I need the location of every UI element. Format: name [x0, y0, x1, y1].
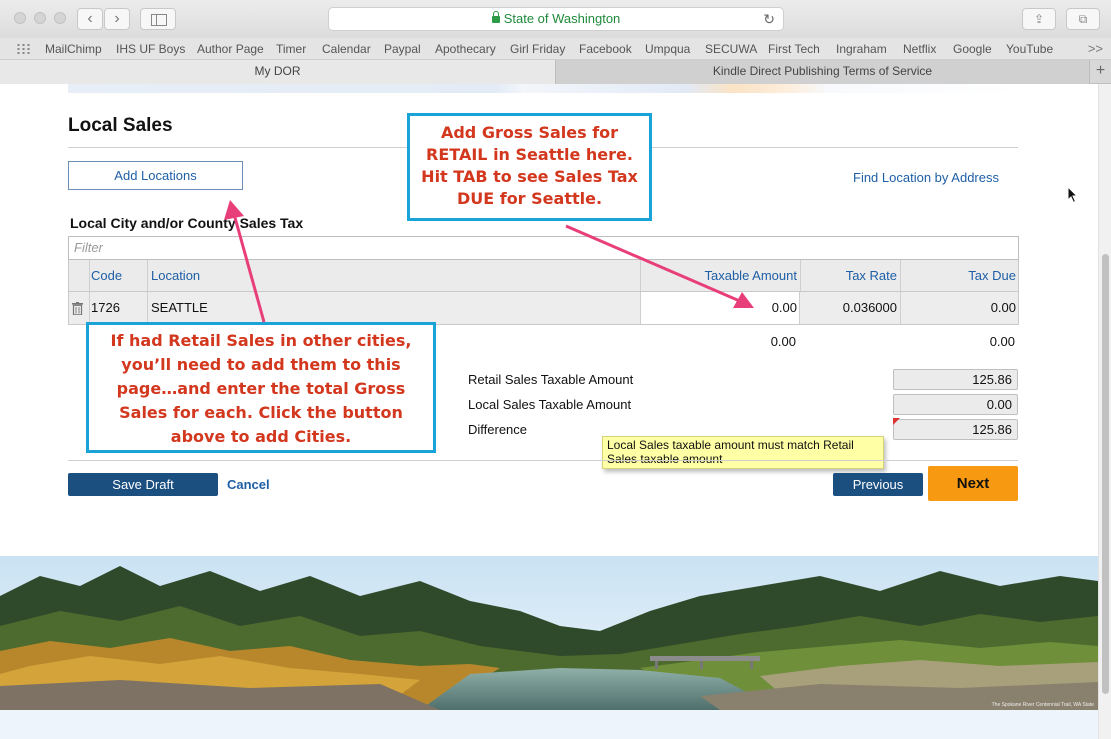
annotation-line: DUE for Seattle. [456, 189, 603, 208]
cell-code: 1726 [91, 300, 120, 315]
column-header-location[interactable]: Location [151, 260, 200, 291]
chevron-right-icon: › [114, 10, 120, 27]
tab-my-dor[interactable]: My DOR [0, 60, 555, 84]
bookmarks-bar: MailChimp IHS UF Boys Author Page Timer … [0, 38, 1111, 60]
scrollbar-thumb[interactable] [1102, 254, 1109, 694]
retail-sales-taxable-field: 125.86 [893, 369, 1018, 390]
footer-band [0, 710, 1098, 739]
bookmark-netflix[interactable]: Netflix [903, 42, 936, 56]
column-header-tax-due[interactable]: Tax Due [900, 260, 1016, 291]
local-sales-taxable-field: 0.00 [893, 394, 1018, 415]
bookmark-timer[interactable]: Timer [276, 42, 306, 56]
tab-bar: My DOR Kindle Direct Publishing Terms of… [0, 60, 1111, 84]
bookmark-apothecary[interactable]: Apothecary [435, 42, 496, 56]
address-bar[interactable]: State of Washington ↻ [328, 7, 784, 31]
annotation-line: If had Retail Sales in other cities, [110, 331, 412, 350]
bookmark-girl-friday[interactable]: Girl Friday [510, 42, 565, 56]
filter-input[interactable]: Filter [68, 236, 1019, 260]
tab-kindle-terms[interactable]: Kindle Direct Publishing Terms of Servic… [555, 60, 1089, 84]
landscape-banner: The Spokane River Centennial Trail, WA S… [0, 556, 1098, 710]
bookmark-author-page[interactable]: Author Page [197, 42, 264, 56]
cancel-link[interactable]: Cancel [227, 477, 270, 492]
back-button[interactable]: ‹ [77, 8, 103, 30]
show-tabs-button[interactable]: ⧉ [1066, 8, 1100, 30]
column-header-code[interactable]: Code [91, 260, 122, 291]
next-button[interactable]: Next [928, 466, 1018, 501]
chevron-left-icon: ‹ [87, 10, 93, 27]
minimize-window-button[interactable] [34, 12, 46, 24]
annotation-line: above to add Cities. [170, 427, 352, 446]
section-label: Local City and/or County Sales Tax [70, 215, 304, 231]
address-text: State of Washington [503, 11, 621, 26]
annotation-line: you’ll need to add them to this [121, 355, 401, 374]
table-row: 1726 SEATTLE 0.00 0.036000 0.00 [68, 292, 1019, 325]
difference-label: Difference [468, 422, 528, 437]
browser-window: ‹ › State of Washington ↻ ⇪ ⧉ MailChimp … [0, 0, 1111, 739]
local-tax-grid: Code Location Taxable Amount Tax Rate Ta… [68, 260, 1019, 325]
cell-tax-due: 0.00 [990, 300, 1016, 315]
bookmark-ingraham[interactable]: Ingraham [836, 42, 887, 56]
column-divider [147, 260, 148, 291]
annotation-add-gross-sales: Add Gross Sales for RETAIL in Seattle he… [407, 113, 652, 221]
zoom-window-button[interactable] [54, 12, 66, 24]
taxable-amount-input[interactable]: 0.00 [640, 292, 800, 324]
page-scrollbar[interactable] [1098, 84, 1111, 739]
river-landscape-image [0, 556, 1098, 710]
bookmark-umpqua[interactable]: Umpqua [645, 42, 690, 56]
taxable-amount-value: 0.00 [771, 300, 797, 315]
total-tax-due: 0.00 [989, 334, 1015, 349]
grid-icon[interactable] [16, 43, 30, 55]
step-progress-strip [68, 84, 1018, 93]
annotation-line: page…and enter the total Gross [116, 379, 406, 398]
error-flag-icon [893, 418, 900, 425]
bookmark-google[interactable]: Google [953, 42, 992, 56]
new-tab-button[interactable]: + [1089, 60, 1111, 84]
add-locations-button[interactable]: Add Locations [68, 161, 243, 190]
bookmarks-overflow-button[interactable]: >> [1088, 41, 1103, 56]
share-button[interactable]: ⇪ [1022, 8, 1056, 30]
forward-button[interactable]: › [104, 8, 130, 30]
local-sales-taxable-label: Local Sales Taxable Amount [468, 397, 632, 412]
mouse-cursor-icon [1067, 186, 1079, 204]
trash-icon[interactable] [72, 302, 83, 315]
grid-header: Code Location Taxable Amount Tax Rate Ta… [68, 260, 1019, 292]
previous-button[interactable]: Previous [833, 473, 923, 496]
close-window-button[interactable] [14, 12, 26, 24]
find-location-by-address-link[interactable]: Find Location by Address [853, 170, 999, 185]
banner-caption: The Spokane River Centennial Trail, WA S… [991, 702, 1094, 708]
bookmark-youtube[interactable]: YouTube [1006, 42, 1053, 56]
column-header-taxable-amount[interactable]: Taxable Amount [640, 260, 797, 291]
save-draft-button[interactable]: Save Draft [68, 473, 218, 496]
difference-field: 125.86 [893, 419, 1018, 440]
bookmark-facebook[interactable]: Facebook [579, 42, 632, 56]
cell-tax-rate: 0.036000 [842, 300, 897, 315]
bookmark-first-tech[interactable]: First Tech [768, 42, 820, 56]
column-header-tax-rate[interactable]: Tax Rate [800, 260, 897, 291]
divider [68, 460, 1018, 461]
column-divider [89, 260, 90, 291]
bookmark-mailchimp[interactable]: MailChimp [45, 42, 102, 56]
total-taxable-amount: 0.00 [770, 334, 796, 349]
column-divider [147, 292, 148, 324]
title-bar: ‹ › State of Washington ↻ ⇪ ⧉ [0, 0, 1111, 38]
annotation-line: Add Gross Sales for [440, 123, 619, 142]
bookmark-calendar[interactable]: Calendar [322, 42, 371, 56]
tabs-icon: ⧉ [1078, 12, 1088, 26]
share-icon: ⇪ [1033, 12, 1045, 26]
cell-location: SEATTLE [151, 300, 208, 315]
bookmark-ihs-uf-boys[interactable]: IHS UF Boys [116, 42, 185, 56]
bookmark-secuwa[interactable]: SECUWA [705, 42, 757, 56]
retail-sales-taxable-label: Retail Sales Taxable Amount [468, 372, 634, 387]
annotation-line: Sales for each. Click the button [119, 403, 403, 422]
bookmark-paypal[interactable]: Paypal [384, 42, 421, 56]
annotation-line: Hit TAB to see Sales Tax [421, 167, 638, 186]
reload-icon[interactable]: ↻ [763, 8, 775, 30]
column-divider [89, 292, 90, 324]
sidebar-toggle-button[interactable] [140, 8, 176, 30]
lock-icon [491, 11, 500, 23]
validation-tooltip: Local Sales taxable amount must match Re… [602, 436, 884, 469]
annotation-other-cities: If had Retail Sales in other cities, you… [86, 322, 436, 453]
annotation-line: RETAIL in Seattle here. [426, 145, 633, 164]
page-title: Local Sales [68, 115, 173, 136]
